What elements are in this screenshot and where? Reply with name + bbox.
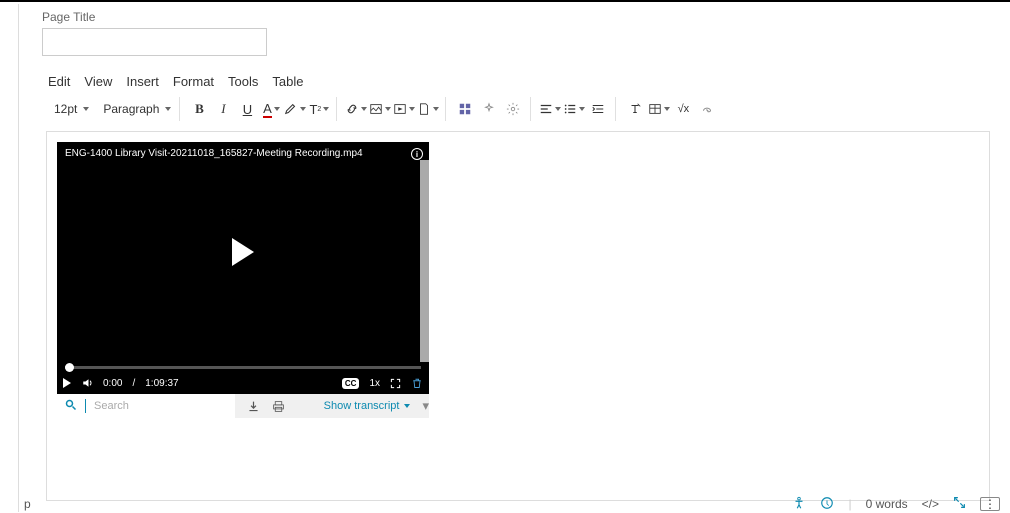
text-color-button[interactable]: A [260,98,282,120]
underline-button[interactable]: U [236,98,258,120]
link-button[interactable] [345,98,367,120]
apps-button[interactable] [454,98,476,120]
progress-track[interactable] [65,366,421,369]
search-cursor [85,399,86,413]
settings-icon[interactable] [502,98,524,120]
menu-view[interactable]: View [84,74,112,89]
clear-format-button[interactable] [624,98,646,120]
duration: 1:09:37 [145,378,178,389]
search-icon [65,399,77,414]
print-icon[interactable] [272,400,285,413]
accessibility-icon[interactable] [792,496,806,513]
equation-button[interactable]: √x [672,98,694,120]
image-button[interactable] [369,98,391,120]
italic-button[interactable]: I [212,98,234,120]
progress-thumb[interactable] [65,363,74,372]
font-size-select[interactable]: 12pt [52,102,91,116]
progress-bar-row [57,362,429,372]
document-button[interactable] [417,98,439,120]
speed-button[interactable]: 1x [369,378,380,389]
list-button[interactable] [563,98,585,120]
toolbar: 12pt Paragraph B I U A T2 [46,95,1010,123]
kebab-menu-icon[interactable]: ⋮ [980,497,1000,511]
fullscreen-editor-icon[interactable] [953,496,966,512]
highlight-button[interactable] [284,98,306,120]
video-controls: 0:00 / 1:09:37 CC 1x [57,372,429,394]
menu-table[interactable]: Table [272,74,303,89]
download-icon[interactable] [247,400,260,413]
element-path: p [24,497,31,511]
volume-button[interactable] [81,377,93,389]
time-sep: / [132,378,135,389]
block-type-select[interactable]: Paragraph [101,102,173,116]
cc-button[interactable]: CC [342,378,360,389]
status-bar: p | 0 words </> ⋮ [24,496,1000,512]
video-footer: Search Show transcript ▾ [57,394,429,418]
delete-video-button[interactable] [411,377,423,389]
play-button[interactable] [63,378,71,388]
align-button[interactable] [539,98,561,120]
indent-button[interactable] [587,98,609,120]
menu-insert[interactable]: Insert [126,74,159,89]
html-view-button[interactable]: </> [922,497,939,511]
fullscreen-button[interactable] [390,378,401,389]
video-player[interactable]: ENG-1400 Library Visit-20211018_165827-M… [57,142,429,362]
footer-dropdown[interactable]: ▾ [422,398,429,414]
sparkle-icon[interactable] [478,98,500,120]
table-button[interactable] [648,98,670,120]
status-misc-icon[interactable] [820,496,834,513]
media-button[interactable] [393,98,415,120]
search-placeholder: Search [94,400,129,412]
menu-format[interactable]: Format [173,74,214,89]
show-transcript-button[interactable]: Show transcript [324,400,419,412]
menu-tools[interactable]: Tools [228,74,258,89]
transcript-search[interactable]: Search [57,394,235,418]
play-button-large[interactable] [232,238,254,266]
editor-content-area[interactable]: ENG-1400 Library Visit-20211018_165827-M… [46,131,990,501]
info-icon[interactable]: i [411,148,423,160]
video-embed: ENG-1400 Library Visit-20211018_165827-M… [57,142,429,418]
word-count: 0 words [866,497,908,511]
current-time: 0:00 [103,378,122,389]
video-title: ENG-1400 Library Visit-20211018_165827-M… [65,148,407,159]
embed-button[interactable] [696,98,718,120]
page-title-input[interactable] [42,28,267,56]
page-title-label: Page Title [42,10,1010,24]
bold-button[interactable]: B [188,98,210,120]
menubar: Edit View Insert Format Tools Table [48,74,1010,89]
menu-edit[interactable]: Edit [48,74,70,89]
superscript-button[interactable]: T2 [308,98,330,120]
video-scrollbar[interactable] [420,160,429,362]
